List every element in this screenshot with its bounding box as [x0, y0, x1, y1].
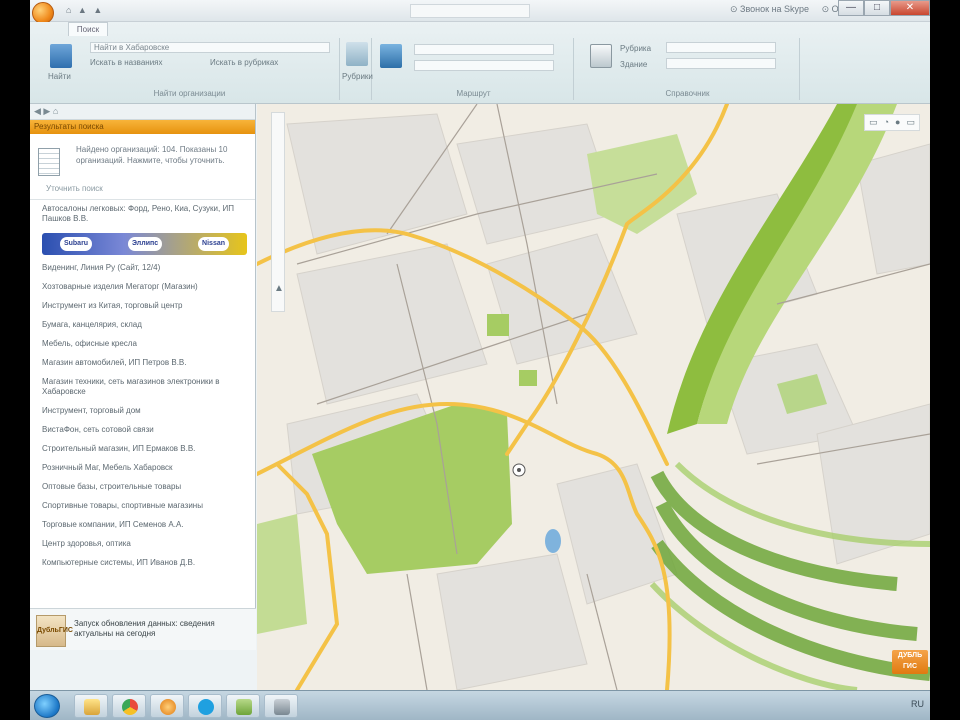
route-icon[interactable] [380, 44, 402, 68]
folder-icon [84, 699, 100, 715]
list-item[interactable]: Автосалоны легковых: Форд, Рено, Киа, Су… [42, 204, 247, 224]
panel-header: Результаты поиска [30, 120, 255, 134]
close-button[interactable]: ✕ [890, 0, 930, 16]
map-toolbar: ▭ ◔ ● ▭ [864, 114, 920, 131]
list-item[interactable]: Мебель, офисные кресла [42, 339, 247, 349]
ad-banner[interactable]: Subaru Эллипс Nissan [42, 233, 247, 255]
brand-logo: Эллипс [128, 237, 163, 251]
contacts-icon [274, 699, 290, 715]
app-window: ⌂ ▲ ▲ ⊙ Звонок на Skype ⊙ Отправить SMS … [30, 0, 930, 720]
result-summary-text: Найдено организаций: 104. Показаны 10 ор… [76, 145, 228, 165]
rubrics-button-label[interactable]: Рубрики [342, 72, 373, 81]
location-marker[interactable] [512, 463, 526, 477]
map-brand-logo: ДУБЛЬ ГИС [892, 650, 928, 674]
clipboard-icon[interactable] [590, 44, 612, 68]
minimize-button[interactable]: — [838, 0, 864, 16]
taskbar: RU [30, 690, 930, 720]
ribbon-group-route: Маршрут [374, 38, 574, 100]
start-button[interactable] [34, 694, 60, 718]
search-results-panel: ◀ ▶ ⌂ Результаты поиска Найдено организа… [30, 104, 256, 650]
zoom-slider[interactable]: ▲ [271, 112, 285, 312]
list-item[interactable]: Компьютерные системы, ИП Иванов Д.В. [42, 558, 247, 568]
document-icon [38, 148, 60, 176]
list-item[interactable]: Магазин техники, сеть магазинов электрон… [42, 377, 247, 397]
system-tray[interactable]: RU [911, 699, 924, 709]
city-map[interactable]: ▲ ▭ ◔ ● ▭ ДУБЛЬ ГИС [257, 104, 930, 690]
list-item[interactable]: Бумага, канцелярия, склад [42, 320, 247, 330]
update-status-text: Запуск обновления данных: сведения актуа… [74, 619, 215, 638]
rubric-field[interactable] [666, 42, 776, 53]
building-field-label: Здание [620, 60, 648, 69]
search-in-rubrics-checkbox[interactable]: Искать в рубриках [210, 58, 278, 67]
search-input[interactable]: Найти в Хабаровске [90, 42, 330, 53]
building-field[interactable] [666, 58, 776, 69]
app-logo: ДубльГИС [36, 615, 73, 647]
taskbar-explorer[interactable] [74, 694, 108, 718]
list-item[interactable]: Центр здоровья, оптика [42, 539, 247, 549]
banner-row: Subaru Эллипс Nissan [42, 233, 247, 255]
list-item[interactable]: Инструмент из Китая, торговый центр [42, 301, 247, 311]
rubrics-icon[interactable] [346, 42, 368, 66]
map-tool-rect2-icon[interactable]: ▭ [906, 117, 915, 128]
title-bar: ⌂ ▲ ▲ ⊙ Звонок на Skype ⊙ Отправить SMS … [30, 0, 930, 24]
group-label-search: Найти организации [153, 89, 226, 98]
list-item[interactable]: Инструмент, торговый дом [42, 406, 247, 416]
chrome-icon [122, 699, 138, 715]
app-orange-icon [160, 699, 176, 715]
taskbar-folder[interactable] [226, 694, 260, 718]
skype-icon [198, 699, 214, 715]
panel-footer: ДубльГИС Запуск обновления данных: сведе… [30, 608, 256, 650]
group-label-route: Маршрут [456, 89, 491, 98]
ribbon-group-rubrics: Рубрики [342, 38, 373, 100]
map-tool-half-icon[interactable]: ◔ [884, 117, 889, 128]
window-title [410, 4, 530, 18]
ribbon-group-directory: Рубрика Здание Справочник [576, 38, 800, 100]
panel-toolbar[interactable]: ◀ ▶ ⌂ [30, 104, 255, 120]
ribbon-group-search: Найти Найти в Хабаровске Искать в назван… [40, 38, 340, 100]
list-item[interactable]: Строительный магазин, ИП Ермаков В.В. [42, 444, 247, 454]
list-item[interactable]: Розничный Маг, Мебель Хабаровск [42, 463, 247, 473]
map-tool-rect-icon[interactable]: ▭ [869, 117, 878, 128]
group-label-directory: Справочник [665, 89, 710, 98]
quick-access-toolbar[interactable]: ⌂ ▲ ▲ [66, 5, 104, 15]
list-item[interactable]: Хозтоварные изделия Мегаторг (Магазин) [42, 282, 247, 292]
app-menu-button[interactable] [32, 2, 54, 24]
green-folder-icon [236, 699, 252, 715]
list-item[interactable]: Магазин автомобилей, ИП Петров В.В. [42, 358, 247, 368]
window-controls: — □ ✕ [838, 0, 930, 16]
brand-logo: Nissan [198, 237, 230, 251]
result-summary: Найдено организаций: 104. Показаны 10 ор… [30, 134, 255, 200]
taskbar-skype[interactable] [188, 694, 222, 718]
map-canvas[interactable] [257, 104, 930, 690]
map-tool-dot-icon[interactable]: ● [895, 117, 900, 128]
pan-arrow-icon[interactable]: ▲ [274, 283, 284, 294]
tab-search[interactable]: Поиск [68, 22, 108, 36]
list-item[interactable]: ВистаФон, сеть сотовой связи [42, 425, 247, 435]
maximize-button[interactable]: □ [864, 0, 890, 16]
result-list: Автосалоны легковых: Форд, Рено, Киа, Су… [30, 200, 255, 568]
skype-call-link[interactable]: ⊙ Звонок на Skype [730, 4, 809, 14]
list-item[interactable]: Спортивные товары, спортивные магазины [42, 501, 247, 511]
taskbar-app[interactable] [150, 694, 184, 718]
list-item[interactable]: Торговые компании, ИП Семенов А.А. [42, 520, 247, 530]
pond [545, 529, 561, 553]
binoculars-icon[interactable] [50, 44, 72, 68]
search-in-names-checkbox[interactable]: Искать в названиях [90, 58, 163, 67]
list-item[interactable]: Виденинг, Линия Ру (Сайт, 12/4) [42, 263, 247, 273]
list-item[interactable]: Оптовые базы, строительные товары [42, 482, 247, 492]
taskbar-contacts[interactable] [264, 694, 298, 718]
route-to-input[interactable] [414, 60, 554, 71]
brand-logo: Subaru [59, 237, 93, 251]
rubric-field-label: Рубрика [620, 44, 652, 53]
find-button-label[interactable]: Найти [48, 72, 71, 81]
route-from-input[interactable] [414, 44, 554, 55]
taskbar-chrome[interactable] [112, 694, 146, 718]
refine-search-link[interactable]: Уточнить поиск [46, 184, 103, 193]
ribbon: Поиск Найти Найти в Хабаровске Искать в … [30, 22, 930, 104]
